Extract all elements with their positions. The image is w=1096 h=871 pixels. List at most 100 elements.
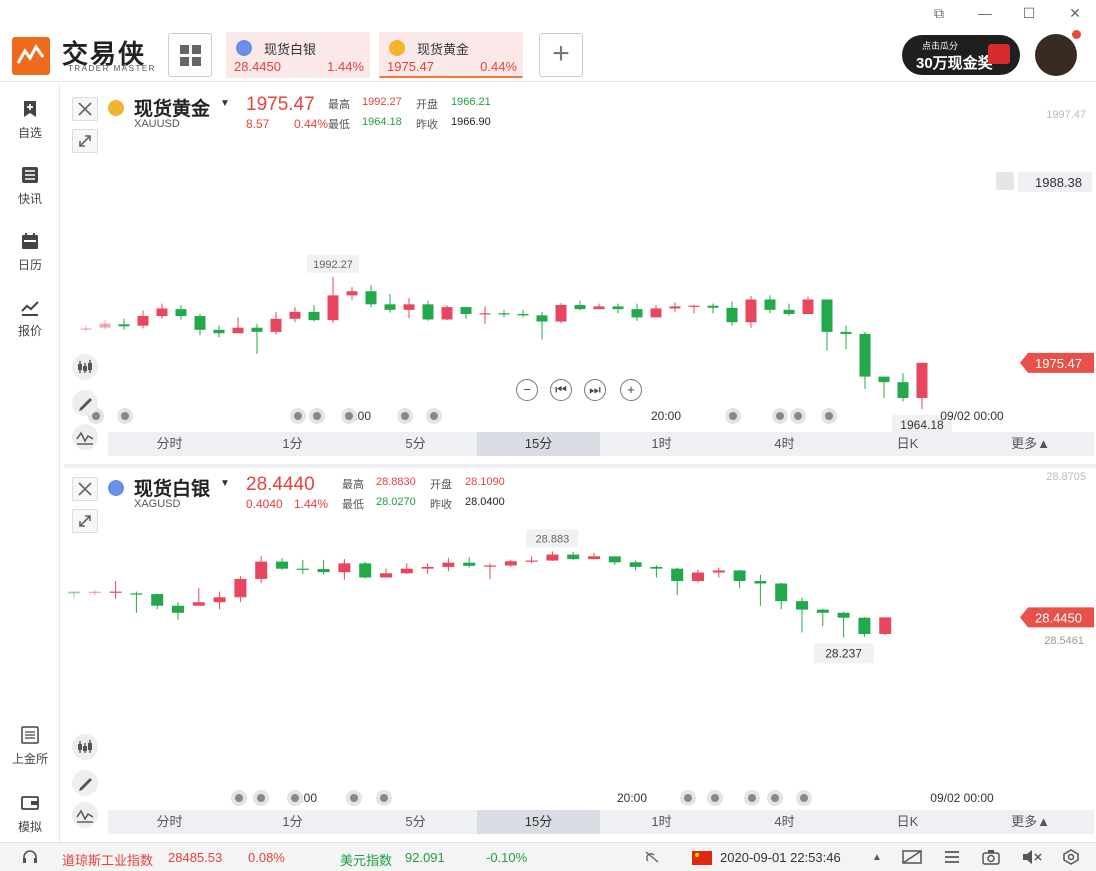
zoom-in-button[interactable]: +	[620, 379, 642, 401]
settings-icon[interactable]	[1062, 849, 1080, 865]
tf-daily[interactable]: 日K	[846, 810, 969, 834]
stat-label: 最低	[342, 499, 364, 511]
dropdown-caret-icon[interactable]: ▼	[220, 478, 230, 489]
add-tab-button[interactable]: +	[539, 33, 583, 77]
silver-icon	[108, 480, 124, 496]
candle-body	[213, 329, 225, 334]
candle-body	[650, 308, 662, 318]
tf-1hour[interactable]: 1时	[600, 432, 723, 456]
camera-icon[interactable]	[982, 849, 1000, 865]
stat-label: 最低	[328, 119, 350, 131]
tf-5min[interactable]: 5分	[354, 432, 477, 456]
indicator-button[interactable]	[72, 424, 98, 450]
candle-body	[130, 593, 143, 595]
last-price: 28.4440	[246, 474, 315, 495]
tf-1min[interactable]: 1分	[231, 432, 354, 456]
sidebar-item-label: 报价	[17, 324, 42, 338]
axis-top-label: 1997.47	[1046, 109, 1086, 121]
close-panel-button[interactable]	[72, 97, 98, 121]
price-change: 8.57	[246, 117, 270, 131]
time-axis-label: 20:00	[617, 791, 647, 805]
tf-more[interactable]: 更多▲	[969, 810, 1092, 834]
layers-icon[interactable]: ⧉	[930, 4, 948, 22]
dropdown-caret-icon[interactable]: ▼	[220, 98, 230, 109]
scroll-start-button[interactable]: ⏮	[550, 379, 572, 401]
tf-1day-time[interactable]: 分时	[108, 810, 231, 834]
tf-1min[interactable]: 1分	[231, 810, 354, 834]
layout-icon[interactable]	[902, 849, 922, 865]
candle-body	[754, 581, 767, 584]
promo-banner[interactable]: 点击瓜分 30万现金奖	[902, 35, 1020, 75]
close-window-icon[interactable]: ✕	[1066, 4, 1084, 22]
candle-body	[916, 362, 928, 398]
expand-panel-button[interactable]	[72, 509, 98, 533]
candle-body	[783, 309, 795, 314]
instrument-name[interactable]: 现货黄金	[134, 94, 210, 121]
candle-body	[384, 304, 396, 310]
axis-mid-label: 28.5461	[1044, 635, 1084, 647]
instrument-name[interactable]: 现货白银	[134, 474, 210, 501]
expand-icon	[79, 135, 91, 147]
expand-panel-button[interactable]	[72, 129, 98, 153]
candle-body	[327, 295, 339, 321]
silver-chart-panel: 28.870528.546128.88328.23728.445016:0020…	[64, 464, 1096, 838]
usd-index-label[interactable]: 美元指数	[340, 850, 392, 869]
sidebar-item-sge[interactable]: 上金所	[0, 726, 60, 782]
scroll-end-button[interactable]: ⏭	[584, 379, 606, 401]
zoom-out-button[interactable]: −	[516, 379, 538, 401]
sidebar-item-news[interactable]: 快讯	[0, 166, 60, 222]
candle-body	[612, 306, 624, 310]
wallet-icon	[21, 796, 39, 810]
candle-body	[631, 309, 643, 318]
mute-icon[interactable]	[1022, 849, 1042, 865]
network-icon[interactable]	[644, 849, 660, 865]
tf-5min[interactable]: 5分	[354, 810, 477, 834]
candle-body	[712, 570, 725, 573]
timeframe-bar: 分时 1分 5分 15分 1时 4时 日K 更多▲	[108, 810, 1094, 834]
time-axis-label: 09/02 00:00	[940, 409, 1004, 423]
header: ⧉ — ☐ ✕ 交易侠 TRADER MASTER 现货白银 28.4450 1…	[0, 0, 1096, 82]
sidebar-item-watchlist[interactable]: 自选	[0, 100, 60, 156]
stat-prev-close: 28.0400	[465, 496, 505, 508]
tf-15min[interactable]: 15分	[477, 810, 600, 834]
close-panel-button[interactable]	[72, 477, 98, 501]
chart-type-button[interactable]	[72, 734, 98, 760]
indicator-button[interactable]	[72, 802, 98, 828]
sidebar-item-quotes[interactable]: 报价	[0, 298, 60, 354]
avatar[interactable]	[1035, 34, 1077, 76]
tf-1day-time[interactable]: 分时	[108, 432, 231, 456]
tf-daily[interactable]: 日K	[846, 432, 969, 456]
draw-tool-button[interactable]	[72, 770, 98, 796]
quote-tab-silver[interactable]: 现货白银 28.4450 1.44%	[226, 32, 370, 78]
tf-4hour[interactable]: 4时	[723, 810, 846, 834]
stat-label: 开盘	[430, 479, 452, 491]
candle-body	[359, 563, 372, 578]
current-price-tag: 28.4450	[1035, 610, 1082, 625]
minimize-icon[interactable]: —	[976, 4, 994, 22]
tf-15min[interactable]: 15分	[477, 432, 600, 456]
gold-candlestick-chart[interactable]: 1997.471992.271964.181988.381975.4716:00…	[64, 88, 1096, 432]
candle-body	[68, 591, 80, 594]
maximize-icon[interactable]: ☐	[1020, 4, 1038, 22]
promo-line2: 30万现金奖	[916, 55, 993, 72]
event-marker-dot	[776, 412, 784, 420]
sidebar-item-calendar[interactable]: 日历	[0, 232, 60, 288]
candle-body	[346, 291, 358, 296]
headset-icon[interactable]	[22, 849, 38, 865]
chart-type-button[interactable]	[72, 354, 98, 380]
tf-more[interactable]: 更多▲	[969, 432, 1092, 456]
tf-1hour[interactable]: 1时	[600, 810, 723, 834]
candle-body	[479, 313, 491, 315]
draw-tool-button[interactable]	[72, 390, 98, 416]
silver-candlestick-chart[interactable]: 28.870528.546128.88328.23728.445016:0020…	[64, 468, 1096, 810]
caret-up-icon[interactable]: ▲	[872, 852, 882, 863]
tf-4hour[interactable]: 4时	[723, 432, 846, 456]
candle-body	[484, 565, 496, 567]
dow-label[interactable]: 道琼斯工业指数	[62, 850, 153, 869]
quote-tab-gold[interactable]: 现货黄金 1975.47 0.44%	[379, 32, 523, 78]
layout-grid-button[interactable]	[168, 33, 212, 77]
candle-body	[650, 566, 663, 569]
event-marker-dot	[711, 794, 719, 802]
stat-open: 28.1090	[465, 476, 505, 488]
menu-icon[interactable]	[944, 849, 960, 865]
